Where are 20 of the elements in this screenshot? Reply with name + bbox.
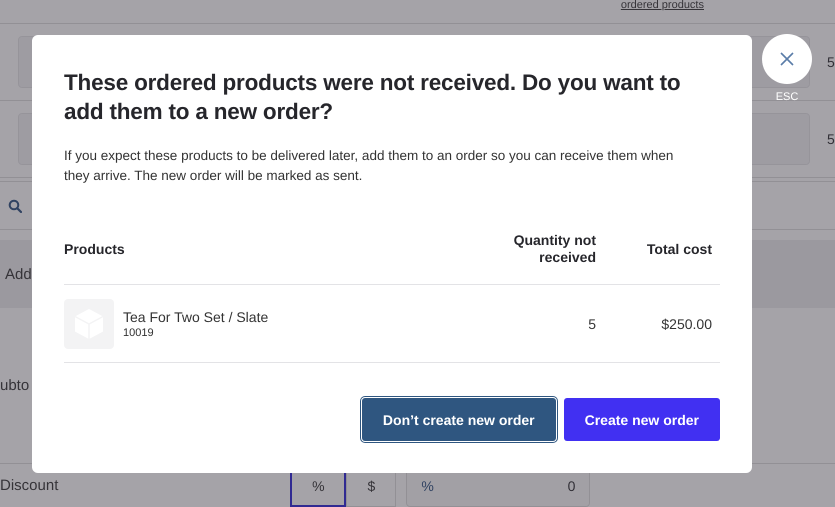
close-icon [779,51,795,67]
dont-create-order-button[interactable]: Don’t create new order [362,398,556,441]
dialog-title: These ordered products were not received. Do you want to add them to a new order? [64,69,682,126]
total-cost-cell-text: $250.00 [660,316,712,332]
subtotal-label: ubto [0,377,30,394]
quantity-text: 5 [827,54,835,70]
dialog-description: If you expect these products to be delivered later, add them to an order so you can receive them when they arrive. The new order will be marked as sent. [64,147,674,185]
product-name: Tea For Two Set / Slate [123,308,268,324]
create-order-button[interactable]: Create new order [564,398,720,441]
quantity-cell-text: 5 [587,316,596,332]
column-header: Total cost [646,240,712,258]
product-sku: 10019 [123,326,155,338]
discount-label: Discount [0,477,58,494]
esc-label: ESC [776,91,798,103]
ordered-products-link[interactable]: ordered products [620,0,704,11]
column-header: Products [64,240,126,258]
quantity-text: 5 [827,131,835,147]
add-label: Add [5,266,32,282]
column-header: Quantity not received [512,232,596,266]
search-icon[interactable] [8,198,22,212]
